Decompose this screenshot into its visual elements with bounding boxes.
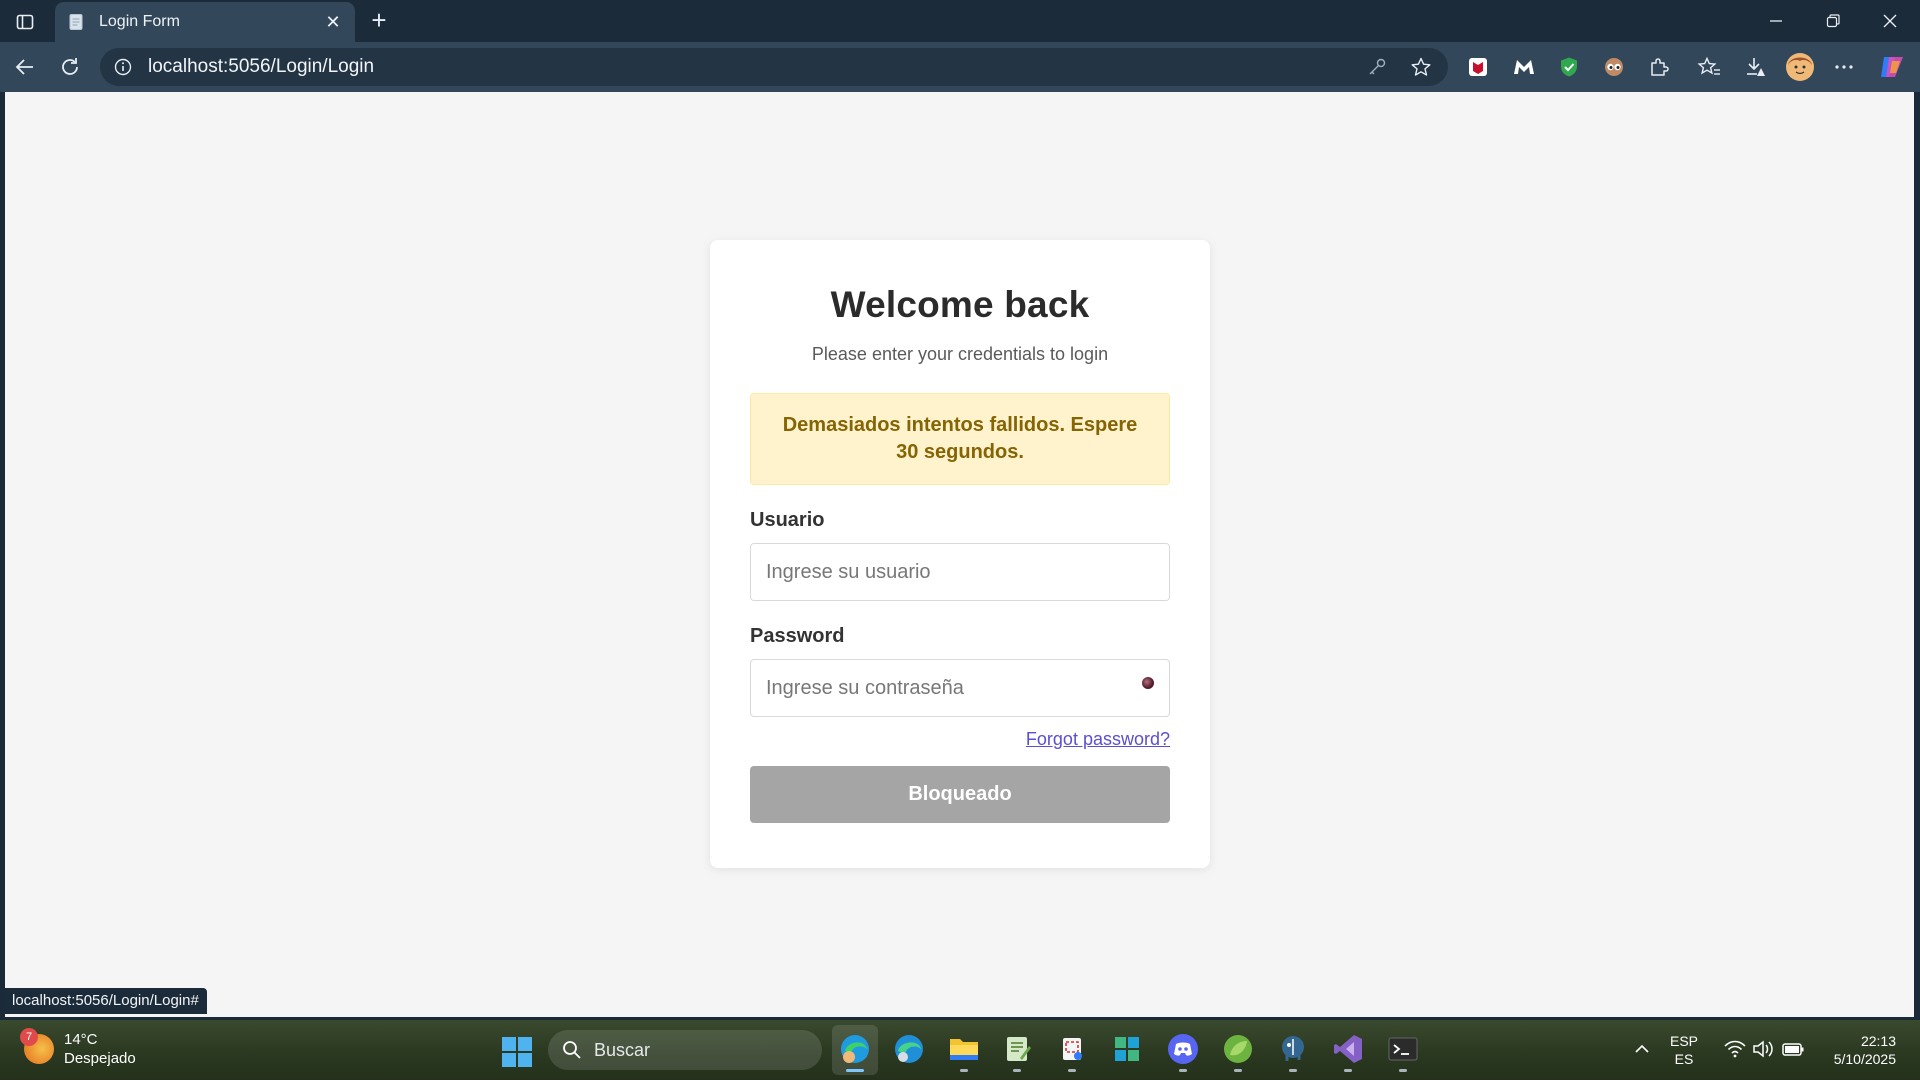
weather-widget[interactable]: 7 14°C Despejado — [20, 1028, 136, 1068]
weather-temperature: 14°C — [64, 1031, 98, 1048]
password-label: Password — [750, 625, 845, 647]
profile-avatar-icon[interactable] — [1785, 52, 1815, 82]
language-bottom: ES — [1674, 1051, 1694, 1067]
site-info-icon[interactable] — [114, 58, 132, 76]
battery-icon[interactable] — [1776, 1032, 1810, 1066]
search-label: Buscar — [594, 1039, 651, 1060]
terminal-icon[interactable] — [1386, 1032, 1420, 1072]
tab-login-form[interactable]: Login Form ✕ — [55, 2, 355, 42]
lockout-alert: Demasiados intentos fallidos. Espere 30 … — [750, 393, 1170, 485]
weather-sun-icon: 7 — [20, 1028, 54, 1064]
minimize-icon[interactable] — [1756, 8, 1796, 34]
visual-studio-icon[interactable] — [1331, 1032, 1365, 1072]
password-key-icon[interactable] — [1364, 54, 1390, 80]
windows-start-icon[interactable] — [502, 1037, 532, 1067]
show-hidden-icons-chevron-icon[interactable] — [1625, 1032, 1659, 1066]
spring-icon[interactable] — [1221, 1032, 1255, 1072]
malwarebytes-extension-icon[interactable] — [1509, 52, 1539, 82]
snipping-tool-icon[interactable] — [1055, 1032, 1089, 1072]
favorite-star-icon[interactable] — [1408, 54, 1434, 80]
browser-toolbar: localhost:5056/Login/Login — [0, 42, 1920, 92]
toggle-password-eye-icon[interactable] — [1142, 677, 1154, 689]
password-field-wrapper — [750, 648, 1170, 717]
clock-date: 5/10/2025 — [1833, 1051, 1896, 1067]
edge-profile-icon[interactable] — [838, 1032, 872, 1072]
search-icon — [563, 1041, 581, 1059]
eyes-extension-icon[interactable] — [1599, 52, 1629, 82]
page-title: Welcome back — [830, 284, 1090, 325]
copilot-icon[interactable] — [1877, 52, 1907, 82]
more-options-icon[interactable] — [1829, 52, 1859, 82]
discord-icon[interactable] — [1166, 1032, 1200, 1072]
language-top: ESP — [1670, 1033, 1699, 1049]
username-label: Usuario — [750, 509, 825, 531]
tab-actions-icon[interactable] — [12, 9, 38, 35]
close-window-icon[interactable] — [1870, 8, 1910, 34]
username-input[interactable] — [750, 543, 1170, 601]
reload-icon[interactable] — [55, 52, 85, 82]
downloads-icon[interactable] — [1740, 52, 1770, 82]
page-subtitle: Please enter your credentials to login — [811, 344, 1109, 364]
windows-taskbar: 7 14°C Despejado Buscar ESP ES 22:13 5/1… — [0, 1020, 1920, 1080]
weather-badge: 7 — [20, 1028, 38, 1046]
tab-close-icon[interactable]: ✕ — [323, 12, 343, 33]
link-status-bar: localhost:5056/Login/Login# — [4, 988, 207, 1014]
password-input[interactable] — [750, 659, 1170, 717]
url-text[interactable]: localhost:5056/Login/Login — [148, 56, 1346, 78]
page-favicon-icon — [69, 14, 83, 30]
app-grid-icon[interactable] — [1110, 1032, 1144, 1066]
system-clock[interactable]: 22:13 5/10/2025 — [1822, 1032, 1896, 1068]
shield-extension-icon[interactable] — [1554, 52, 1584, 82]
browser-titlebar: Login Form ✕ + — [0, 0, 1920, 42]
postgres-icon[interactable] — [1276, 1032, 1310, 1072]
forgot-password-link[interactable]: Forgot password? — [1026, 729, 1170, 749]
edge-icon[interactable] — [892, 1032, 926, 1066]
page-viewport: Welcome back Please enter your credentia… — [5, 92, 1914, 1017]
login-card: Welcome back Please enter your credentia… — [710, 240, 1210, 868]
address-bar[interactable]: localhost:5056/Login/Login — [100, 48, 1448, 86]
weather-description: Despejado — [64, 1050, 136, 1067]
clock-time: 22:13 — [1860, 1033, 1896, 1049]
login-submit-button[interactable]: Bloqueado — [750, 766, 1170, 823]
mcafee-extension-icon[interactable] — [1463, 52, 1493, 82]
forgot-row: Forgot password? — [750, 729, 1170, 750]
extensions-puzzle-icon[interactable] — [1644, 52, 1674, 82]
language-indicator[interactable]: ESP ES — [1670, 1032, 1698, 1068]
restore-icon[interactable] — [1813, 8, 1853, 34]
back-icon[interactable] — [10, 52, 40, 82]
favorites-icon[interactable] — [1694, 52, 1724, 82]
notepad-icon[interactable] — [1000, 1032, 1034, 1072]
volume-icon[interactable] — [1746, 1032, 1780, 1066]
file-explorer-icon[interactable] — [947, 1032, 981, 1072]
new-tab-button[interactable]: + — [364, 6, 394, 36]
tab-title: Login Form — [99, 13, 180, 30]
taskbar-search[interactable]: Buscar — [548, 1030, 822, 1070]
